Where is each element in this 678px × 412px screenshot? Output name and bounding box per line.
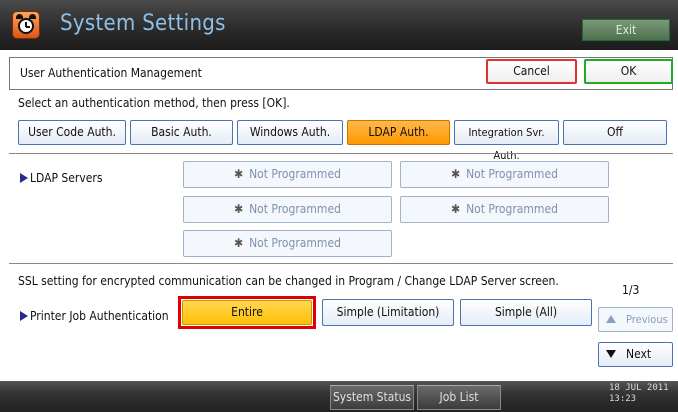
asterisk-icon: ✱ bbox=[234, 202, 244, 216]
ldap-server-slot-4[interactable]: ✱ Not Programmed bbox=[400, 196, 609, 223]
asterisk-icon: ✱ bbox=[451, 202, 461, 216]
triangle-down-icon bbox=[606, 350, 616, 358]
asterisk-icon: ✱ bbox=[234, 167, 244, 181]
arrow-right-icon bbox=[20, 311, 28, 321]
ldap-server-slot-3[interactable]: ✱ Not Programmed bbox=[183, 196, 392, 223]
off-button[interactable]: Off bbox=[563, 120, 667, 145]
previous-button[interactable]: Previous bbox=[598, 307, 673, 332]
divider bbox=[9, 263, 673, 264]
alarm-clock-icon bbox=[12, 11, 40, 39]
asterisk-icon: ✱ bbox=[234, 236, 244, 250]
integration-svr-auth-button[interactable]: Integration Svr. Auth. bbox=[454, 120, 559, 162]
system-status-button[interactable]: System Status bbox=[330, 385, 414, 410]
window-title: System Settings bbox=[60, 11, 226, 36]
divider bbox=[9, 153, 673, 154]
windows-auth-button[interactable]: Windows Auth. bbox=[237, 120, 343, 145]
arrow-right-icon bbox=[20, 173, 28, 183]
cancel-button[interactable]: Cancel bbox=[486, 59, 577, 84]
next-button[interactable]: Next bbox=[598, 342, 673, 367]
triangle-up-icon bbox=[606, 315, 616, 323]
ldap-server-slot-2[interactable]: ✱ Not Programmed bbox=[400, 161, 609, 188]
entire-button[interactable]: Entire bbox=[182, 300, 312, 325]
asterisk-icon: ✱ bbox=[451, 167, 461, 181]
ok-button[interactable]: OK bbox=[584, 59, 673, 84]
ssl-note: SSL setting for encrypted communication … bbox=[18, 274, 559, 288]
printer-job-auth-label: Printer Job Authentication bbox=[20, 309, 169, 323]
instruction-text: Select an authentication method, then pr… bbox=[18, 96, 290, 110]
job-list-button[interactable]: Job List bbox=[417, 385, 501, 410]
page-title: User Authentication Management bbox=[20, 66, 202, 80]
ldap-server-slot-1[interactable]: ✱ Not Programmed bbox=[183, 161, 392, 188]
simple-limitation-button[interactable]: Simple (Limitation) bbox=[322, 299, 454, 326]
ldap-auth-button[interactable]: LDAP Auth. bbox=[347, 120, 450, 145]
exit-button[interactable]: Exit bbox=[582, 19, 670, 41]
date-time: 18 JUL 2011 13:23 bbox=[609, 383, 669, 404]
basic-auth-button[interactable]: Basic Auth. bbox=[130, 120, 233, 145]
simple-all-button[interactable]: Simple (All) bbox=[460, 299, 592, 326]
ldap-server-slot-5[interactable]: ✱ Not Programmed bbox=[183, 230, 392, 257]
page-indicator: 1/3 bbox=[622, 283, 640, 297]
user-code-auth-button[interactable]: User Code Auth. bbox=[18, 120, 126, 145]
ldap-servers-label: LDAP Servers bbox=[20, 171, 102, 185]
